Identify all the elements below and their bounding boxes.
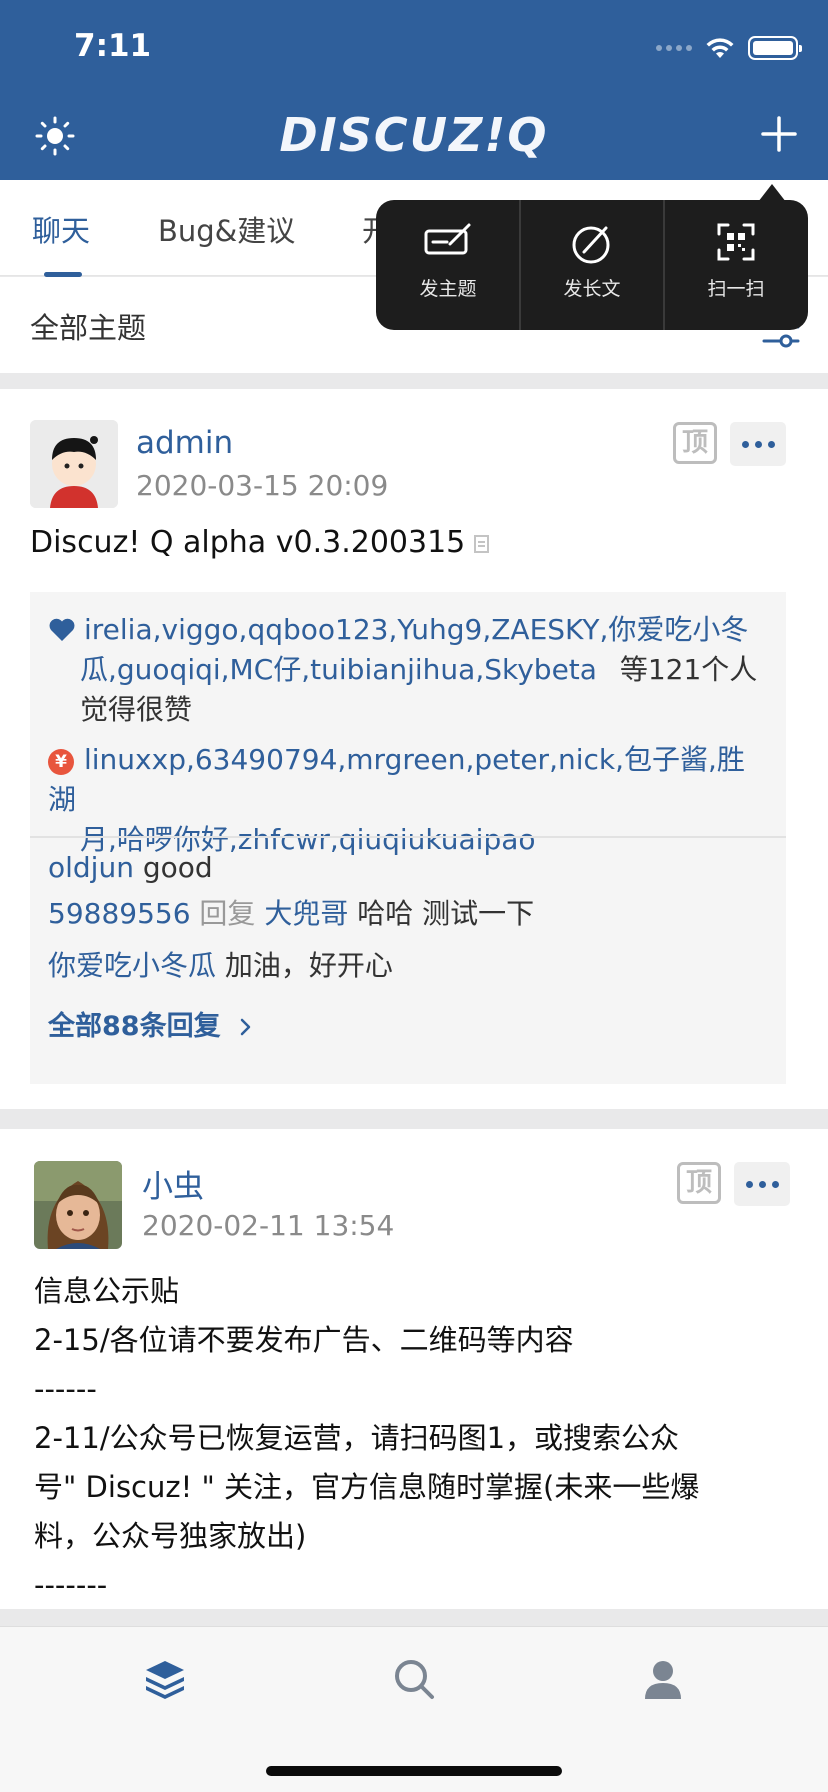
menu-item-scan[interactable]: 扫一扫 (664, 200, 808, 330)
menu-item-label: 发主题 (419, 278, 477, 300)
home-indicator (266, 1766, 562, 1776)
post-body-line: 号" Discuz! " 关注，官方信息随时掌握(未来一些爆 (34, 1470, 700, 1504)
more-options-button[interactable] (730, 422, 786, 466)
reply-user[interactable]: 你爱吃小冬瓜 (48, 949, 216, 982)
status-indicators (656, 36, 802, 60)
post-card[interactable]: admin 2020-03-15 20:09 顶 Discuz! Q alpha… (0, 389, 828, 1109)
app-header: 7:11 DISCUZ!Q (0, 0, 828, 180)
xiaochong-avatar-image (34, 1161, 122, 1249)
menu-item-label: 扫一扫 (707, 278, 765, 300)
app-logo: DISCUZ!Q (279, 108, 549, 162)
filter-label[interactable]: 全部主题 (30, 305, 146, 347)
scan-qr-icon (717, 223, 755, 261)
reply-word: 回复 (199, 897, 256, 930)
post-title-text: Discuz! Q alpha v0.3.200315 (30, 525, 466, 560)
post-author[interactable]: admin (136, 425, 233, 461)
reply-target-user[interactable]: 大兜哥 (264, 897, 348, 930)
copy-icon (474, 534, 490, 553)
reply-user[interactable]: oldjun (48, 851, 134, 884)
post-time: 2020-03-15 20:09 (136, 469, 389, 502)
likes-suffix: 觉得很赞 (80, 693, 193, 726)
more-options-button[interactable] (734, 1162, 790, 1206)
wifi-icon (706, 38, 734, 58)
avatar[interactable] (30, 420, 118, 508)
reply-text: 哈哈 测试一下 (357, 897, 535, 930)
likes-names-1[interactable]: irelia,viggo,qqboo123,Yuhg9,ZAESKY,你爱吃小冬 (84, 613, 748, 646)
avatar[interactable] (34, 1161, 122, 1249)
tab-chat[interactable]: 聊天 (32, 208, 90, 250)
menu-item-long-article[interactable]: 发长文 (520, 200, 664, 330)
reply-item[interactable]: 59889556 回复 大兜哥 哈哈 测试一下 (48, 894, 768, 934)
post-body-line: 2-11/公众号已恢复运营，请扫码图1，或搜索公众 (34, 1421, 680, 1455)
post-body[interactable]: 信息公示贴 2-15/各位请不要发布广告、二维码等内容 ------ 2-11/… (34, 1267, 804, 1610)
reply-user[interactable]: 59889556 (48, 897, 191, 930)
pinned-badge: 顶 (673, 422, 717, 464)
heart-icon (49, 618, 75, 641)
status-time: 7:11 (74, 28, 152, 64)
post-body-line: 2-15/各位请不要发布广告、二维码等内容 (34, 1323, 574, 1357)
reward-yen-icon: ¥ (48, 749, 74, 775)
menu-item-label: 发长文 (563, 278, 621, 300)
post-author[interactable]: 小虫 (142, 1161, 204, 1206)
search-icon[interactable] (392, 1657, 436, 1701)
tab-bug-suggestions[interactable]: Bug&建议 (158, 208, 295, 250)
post-title[interactable]: Discuz! Q alpha v0.3.200315 (30, 525, 491, 560)
menu-item-new-topic[interactable]: 发主题 (376, 200, 520, 330)
post-time: 2020-02-11 13:54 (142, 1209, 395, 1242)
reply-text: 加油，好开心 (224, 949, 393, 982)
reward-names-1[interactable]: linuxxp,63490794,mrgreen,peter,nick,包子酱,… (48, 743, 745, 816)
all-replies-label: 全部88条回复 (48, 1011, 221, 1042)
rewards-list: ¥ linuxxp,63490794,mrgreen,peter,nick,包子酱… (48, 740, 768, 860)
battery-icon (748, 36, 802, 60)
compose-icon (572, 226, 610, 264)
pinned-badge: 顶 (677, 1162, 721, 1204)
likes-names-2[interactable]: 瓜,guoqiqi,MC仔,tuibianjihua,Skybeta (80, 653, 597, 686)
user-icon[interactable] (641, 1657, 685, 1701)
post-body-line: ------- (34, 1568, 108, 1602)
post-card[interactable]: 小虫 2020-02-11 13:54 顶 信息公示贴 2-15/各位请不要发布… (0, 1129, 828, 1609)
reply-item[interactable]: oldjun good (48, 848, 768, 888)
post-body-line: 信息公示贴 (34, 1274, 180, 1308)
reply-item[interactable]: 你爱吃小冬瓜 加油，好开心 (48, 946, 768, 986)
likes-list: irelia,viggo,qqboo123,Yuhg9,ZAESKY,你爱吃小冬… (48, 610, 768, 730)
chevron-right-icon (240, 1018, 251, 1036)
signal-icon (656, 45, 692, 51)
interactions-panel: irelia,viggo,qqboo123,Yuhg9,ZAESKY,你爱吃小冬… (30, 592, 786, 1084)
admin-avatar-image (30, 420, 118, 508)
all-replies-link[interactable]: 全部88条回复 (48, 1004, 254, 1043)
likes-count: 等121个人 (619, 653, 758, 686)
divider (30, 836, 786, 838)
reply-text: good (142, 851, 213, 884)
plus-icon[interactable] (760, 115, 798, 153)
create-popup-menu: 发主题 发长文 扫一扫 (376, 184, 808, 330)
edit-icon (424, 223, 471, 255)
layers-icon[interactable] (143, 1657, 187, 1701)
post-body-line: 料，公众号独家放出) (34, 1519, 307, 1553)
post-body-line: ------ (34, 1372, 97, 1406)
